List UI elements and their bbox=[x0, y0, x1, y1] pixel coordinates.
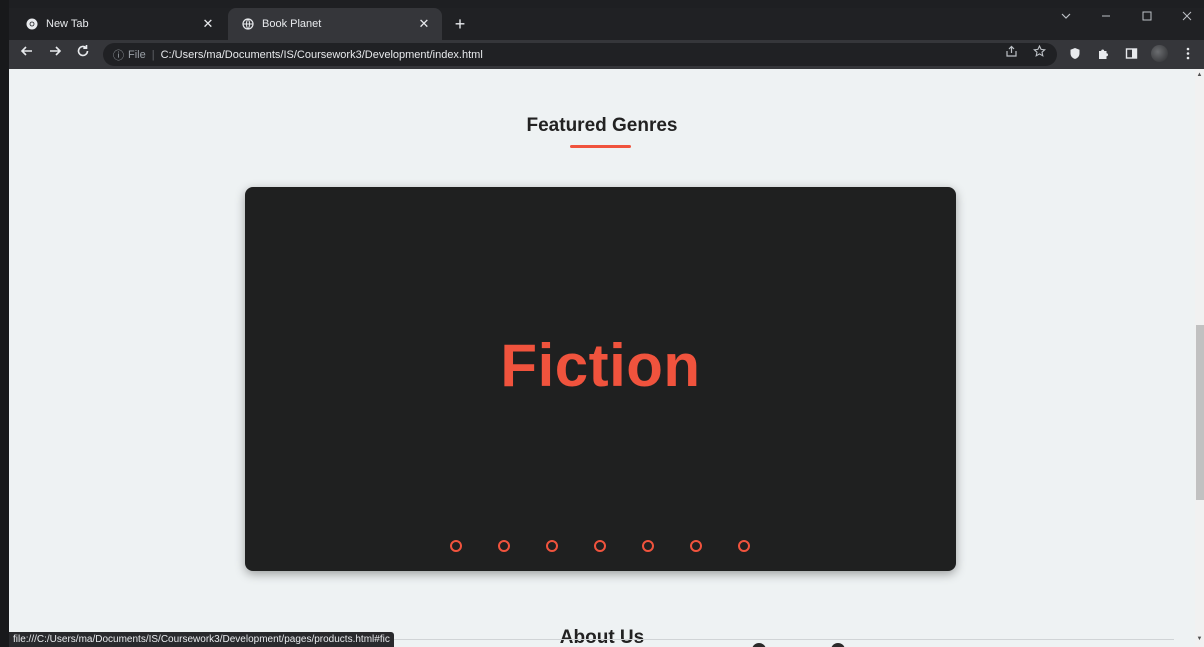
scheme-label: File bbox=[128, 48, 146, 61]
scrollbar-thumb[interactable] bbox=[1196, 325, 1204, 500]
back-icon[interactable] bbox=[18, 44, 36, 64]
address-bar[interactable]: ⓘ File | C:/Users/ma/Documents/IS/Course… bbox=[103, 43, 1057, 66]
heading-underline bbox=[570, 145, 631, 148]
tab-title: New Tab bbox=[46, 18, 89, 30]
carousel-dot-7[interactable] bbox=[738, 540, 750, 552]
window-close-icon[interactable] bbox=[1177, 10, 1197, 24]
shield-icon[interactable] bbox=[1067, 45, 1083, 61]
tab-book-planet[interactable]: Book Planet ✕ bbox=[228, 8, 442, 40]
extensions-puzzle-icon[interactable] bbox=[1095, 45, 1111, 61]
window-frame bbox=[0, 0, 9, 647]
url-text[interactable]: C:/Users/ma/Documents/IS/Coursework3/Dev… bbox=[161, 49, 483, 61]
profile-avatar[interactable] bbox=[1151, 45, 1168, 62]
slide-genre-label[interactable]: Fiction bbox=[245, 331, 956, 400]
carousel-dot-5[interactable] bbox=[642, 540, 654, 552]
carousel-dot-1[interactable] bbox=[450, 540, 462, 552]
page-viewport: Featured Genres Fiction About Us bbox=[9, 69, 1195, 647]
menu-dots-icon[interactable] bbox=[1180, 45, 1196, 61]
share-icon[interactable] bbox=[1002, 44, 1020, 64]
forward-icon[interactable] bbox=[46, 44, 64, 64]
chrome-icon bbox=[26, 18, 38, 30]
minimize-icon[interactable] bbox=[1096, 10, 1116, 24]
reload-icon[interactable] bbox=[74, 44, 92, 64]
link-status-bubble: file:///C:/Users/ma/Documents/IS/Coursew… bbox=[9, 632, 394, 647]
bookmark-star-icon[interactable] bbox=[1030, 44, 1048, 64]
close-tab-icon[interactable]: ✕ bbox=[416, 16, 432, 32]
featured-genres-heading: Featured Genres bbox=[526, 115, 678, 136]
carousel-dot-6[interactable] bbox=[690, 540, 702, 552]
tab-title: Book Planet bbox=[262, 18, 322, 30]
genre-carousel[interactable]: Fiction bbox=[245, 187, 956, 571]
close-tab-icon[interactable]: ✕ bbox=[200, 16, 216, 32]
scroll-up-arrow-icon[interactable]: ▲ bbox=[1195, 72, 1204, 78]
maximize-icon[interactable] bbox=[1137, 10, 1157, 24]
address-separator: | bbox=[151, 48, 155, 61]
globe-icon bbox=[242, 18, 254, 30]
side-panel-icon[interactable] bbox=[1123, 45, 1139, 61]
tab-search-icon[interactable] bbox=[1056, 10, 1076, 24]
carousel-dot-3[interactable] bbox=[546, 540, 558, 552]
carousel-dot-2[interactable] bbox=[498, 540, 510, 552]
new-tab-button[interactable]: + bbox=[452, 12, 468, 36]
carousel-dot-4[interactable] bbox=[594, 540, 606, 552]
site-info-icon[interactable]: ⓘ bbox=[113, 47, 124, 63]
carousel-indicators bbox=[450, 540, 786, 552]
scroll-down-arrow-icon[interactable]: ▼ bbox=[1195, 636, 1204, 642]
tab-new-tab[interactable]: New Tab ✕ bbox=[12, 8, 226, 40]
